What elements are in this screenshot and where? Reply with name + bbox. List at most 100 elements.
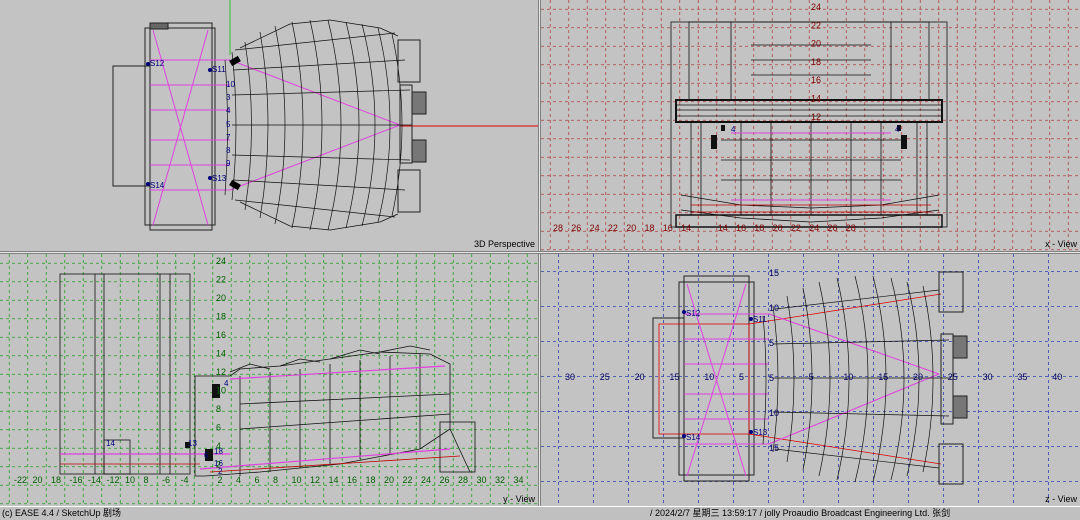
axis-tick-label: 26 — [571, 223, 581, 233]
axis-tick-label: 15 — [669, 372, 679, 382]
axis-tick-label: -12 — [107, 475, 120, 485]
axis-tick-label: 16 — [663, 223, 673, 233]
axis-tick-label: 10 — [843, 372, 853, 382]
axis-tick-label: 18 — [811, 57, 821, 67]
axis-tick-label: 6 — [255, 475, 260, 485]
y-view-canvas[interactable]: 14 13 6 16 18 2 4 -22 20 18 -16 -14 -12 10 8 -6 -… — [0, 254, 538, 506]
axis-tick-label: 24 — [590, 223, 600, 233]
axis-tick-label: 5 — [769, 373, 774, 383]
axis-tick-label: 30 — [565, 372, 575, 382]
axis-tick-label: 8 — [144, 475, 149, 485]
axis-tick-label: 18 — [754, 223, 764, 233]
axis-tick-label: 16 — [347, 475, 357, 485]
axis-tick-label: 10 — [704, 372, 714, 382]
status-app-info: (c) EASE 4.4 / SketchUp 剧场 — [2, 508, 122, 518]
axis-tick-label: 12 — [811, 112, 821, 122]
axis-tick-label: 22 — [608, 223, 618, 233]
axis-tick-label: 10 — [769, 303, 779, 313]
axis-tick-label: 2 — [216, 460, 221, 470]
x-view-canvas[interactable]: 4 4 28 26 24 22 20 18 16 14 14 16 18 20 22 24 26 28 24 2… — [541, 0, 1080, 251]
axis-tick-label: 20 — [913, 372, 923, 382]
source-point-label: 9 — [226, 159, 231, 168]
axis-tick-label: 24 — [216, 256, 226, 266]
axis-tick-label: 15 — [769, 268, 779, 278]
source-point-label: 10 — [226, 80, 235, 89]
status-date-author: / 2024/2/7 星期三 13:59:17 / jolly Proaudio… — [650, 508, 951, 518]
source-point-label: 4 — [731, 125, 736, 134]
axis-tick-label: 18 — [645, 223, 655, 233]
axis-tick-label: 20 — [33, 475, 43, 485]
axis-tick-label: 25 — [600, 372, 610, 382]
axis-tick-label: 20 — [384, 475, 394, 485]
source-point-label: 7 — [226, 133, 231, 142]
axis-tick-label: 18 — [366, 475, 376, 485]
source-point-label: S12 — [150, 59, 165, 68]
axis-tick-label: 30 — [477, 475, 487, 485]
axis-tick-label: 10 — [125, 475, 135, 485]
axis-tick-label: 6 — [216, 423, 221, 433]
axis-tick-label: 12 — [310, 475, 320, 485]
axis-tick-label: 14 — [329, 475, 339, 485]
axis-tick-label: 10 — [292, 475, 302, 485]
source-point-label: 5 — [226, 120, 231, 129]
viewport-splitter-horizontal[interactable] — [0, 251, 1080, 254]
source-point-label: 4 — [226, 106, 231, 115]
axis-tick-label: 14 — [811, 94, 821, 104]
axis-tick-label: 8 — [273, 475, 278, 485]
axis-tick-label: 26 — [440, 475, 450, 485]
axis-tick-label: -14 — [88, 475, 101, 485]
viewport-label: z - View — [1045, 494, 1077, 504]
source-point-label: S13 — [753, 428, 768, 437]
axis-tick-label: -6 — [162, 475, 170, 485]
viewport-x-view[interactable]: 4 4 28 26 24 22 20 18 16 14 14 16 18 20 22 24 26 28 24 2… — [541, 0, 1080, 251]
axis-tick-label: 32 — [495, 475, 505, 485]
axis-tick-label: 14 — [681, 223, 691, 233]
axis-tick-label: 28 — [553, 223, 563, 233]
source-point-label: 13 — [188, 439, 197, 448]
axis-tick-label: 34 — [514, 475, 524, 485]
axis-tick-label: 22 — [791, 223, 801, 233]
perspective-canvas[interactable]: S12 S11 S14 S13 3 4 5 7 8 9 10 — [0, 0, 538, 251]
axis-tick-label: 15 — [769, 443, 779, 453]
source-point-label: 14 — [106, 439, 115, 448]
axis-tick-label: 30 — [983, 372, 993, 382]
axis-tick-label: 22 — [811, 20, 821, 30]
source-point-label: 4 — [895, 125, 900, 134]
z-view-canvas[interactable]: S12 S11 S14 S13 30 25 20 15 10 5 5 10 15 20 25 30 35… — [541, 254, 1080, 506]
axis-tick-label: 15 — [878, 372, 888, 382]
axis-tick-label: 22 — [216, 275, 226, 285]
axis-tick-label: 18 — [216, 312, 226, 322]
axis-tick-label: 35 — [1017, 372, 1027, 382]
axis-tick-label: 16 — [736, 223, 746, 233]
axis-tick-label: 5 — [809, 372, 814, 382]
axis-tick-label: 24 — [421, 475, 431, 485]
axis-tick-label: 14 — [216, 349, 226, 359]
axis-tick-label: 28 — [846, 223, 856, 233]
viewport-label: 3D Perspective — [473, 239, 535, 249]
axis-tick-label: 20 — [635, 372, 645, 382]
source-point-label: S13 — [212, 174, 227, 183]
source-point-label: S14 — [150, 181, 165, 190]
axis-tick-label: -22 — [14, 475, 27, 485]
axis-tick-label: 40 — [1052, 372, 1062, 382]
axis-tick-label: 24 — [811, 2, 821, 12]
axis-tick-label: -4 — [181, 475, 189, 485]
axis-tick-label: 2 — [218, 475, 223, 485]
status-bar: (c) EASE 4.4 / SketchUp 剧场 / 2024/2/7 星期… — [0, 506, 1080, 520]
axis-tick-label: 5 — [769, 338, 774, 348]
axis-tick-label: 25 — [948, 372, 958, 382]
axis-tick-label: 22 — [403, 475, 413, 485]
axis-tick-label: 8 — [216, 404, 221, 414]
viewport-z-view[interactable]: S12 S11 S14 S13 30 25 20 15 10 5 5 10 15 20 25 30 35… — [541, 254, 1080, 506]
source-point-label: S11 — [212, 65, 226, 74]
source-point-label: 3 — [226, 93, 231, 102]
axis-tick-label: 4 — [216, 441, 221, 451]
axis-tick-label: 12 — [216, 367, 226, 377]
source-point-label: S11 — [753, 315, 767, 324]
axis-tick-label: 20 — [216, 293, 226, 303]
source-point-label: S12 — [686, 309, 701, 318]
axis-tick-label: 20 — [773, 223, 783, 233]
viewport-y-view[interactable]: 14 13 6 16 18 2 4 -22 20 18 -16 -14 -12 10 8 -6 -… — [0, 254, 538, 506]
viewport-3d-perspective[interactable]: S12 S11 S14 S13 3 4 5 7 8 9 10 3D Perspe… — [0, 0, 538, 251]
axis-tick-label: 26 — [828, 223, 838, 233]
